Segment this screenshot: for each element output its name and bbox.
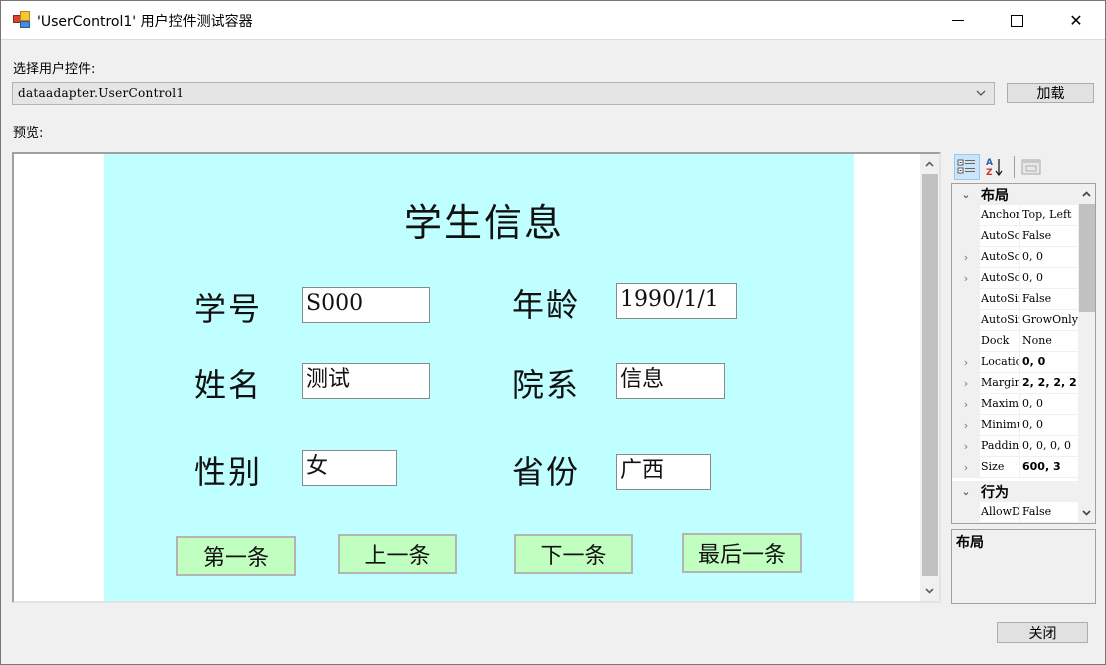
description-title: 布局 <box>956 535 984 551</box>
scroll-up-icon[interactable] <box>1080 188 1093 201</box>
categorized-button[interactable] <box>954 154 980 180</box>
field-label-age: 年龄 <box>512 286 581 324</box>
collapse-icon[interactable]: ⌄ <box>952 184 980 205</box>
expand-icon[interactable]: › <box>952 394 980 415</box>
age-input[interactable]: 1990/1/1 <box>616 283 737 319</box>
student-id-input[interactable]: S000 <box>302 287 430 323</box>
department-input[interactable]: 信息 <box>616 363 725 399</box>
preview-label: 预览: <box>13 126 44 141</box>
property-row[interactable]: AutoSizeFalse <box>952 289 1078 310</box>
property-row[interactable]: ›MaximumSize0, 0 <box>952 394 1078 415</box>
expand-icon[interactable]: › <box>952 436 980 457</box>
collapse-icon[interactable]: ⌄ <box>952 481 980 502</box>
close-window-button[interactable]: ✕ <box>1047 1 1105 40</box>
alphabetical-icon: A Z <box>986 158 1003 178</box>
expand-icon[interactable]: › <box>952 457 980 478</box>
previous-record-button[interactable]: 上一条 <box>338 534 457 574</box>
property-grid-scrollbar[interactable] <box>1078 184 1095 523</box>
close-button[interactable]: 关闭 <box>997 622 1088 643</box>
property-row[interactable]: AutoSizeModeGrowOnly <box>952 310 1078 331</box>
scrollbar-thumb[interactable] <box>1079 204 1095 312</box>
property-row[interactable]: AllowDropFalse <box>952 502 1078 523</box>
next-record-button[interactable]: 下一条 <box>514 534 633 574</box>
field-label-student-id: 学号 <box>194 290 263 328</box>
field-label-gender: 性别 <box>194 453 263 491</box>
toolbar-separator <box>1014 156 1015 178</box>
expand-icon[interactable]: › <box>952 415 980 436</box>
svg-text:Z: Z <box>986 168 993 178</box>
expand-icon[interactable]: › <box>952 268 980 289</box>
last-record-button[interactable]: 最后一条 <box>682 533 802 573</box>
expand-icon[interactable]: › <box>952 247 980 268</box>
first-record-button[interactable]: 第一条 <box>176 536 296 576</box>
property-row[interactable]: › Size 600, 3 <box>952 457 1078 478</box>
window-title: 'UserControl1' 用户控件测试容器 <box>37 14 253 30</box>
preview-panel: 学生信息 学号 S000 年龄 1990/1/1 姓名 测试 院系 信息 性别 … <box>12 152 941 603</box>
expand-icon[interactable]: › <box>952 352 980 373</box>
property-row[interactable]: › Margin 2, 2, 2, 2 <box>952 373 1078 394</box>
chevron-down-icon <box>976 90 986 96</box>
gender-input[interactable]: 女 <box>302 450 397 486</box>
alphabetical-button[interactable]: A Z <box>982 154 1008 180</box>
property-row[interactable]: AutoScrollFalse <box>952 226 1078 247</box>
category-behavior[interactable]: ⌄ 行为 <box>952 481 1078 502</box>
property-row[interactable]: ›Padding0, 0, 0, 0 <box>952 436 1078 457</box>
property-grid-toolbar: A Z <box>952 154 1097 180</box>
maximize-icon <box>1011 14 1023 27</box>
preview-vertical-scrollbar[interactable] <box>920 154 939 601</box>
category-layout[interactable]: ⌄ 布局 <box>952 184 1078 205</box>
scrollbar-thumb[interactable] <box>922 174 938 576</box>
property-row[interactable]: ›AutoScrollMargin0, 0 <box>952 247 1078 268</box>
maximize-button[interactable] <box>988 1 1046 40</box>
test-container-window: 'UserControl1' 用户控件测试容器 ✕ 选择用户控件: dataad… <box>0 0 1106 665</box>
property-grid: ⌄ 布局 AnchorTop, Left AutoScrollFalse ›Au… <box>951 183 1096 524</box>
field-label-name: 姓名 <box>194 366 263 404</box>
property-row[interactable]: Dock None <box>952 331 1078 352</box>
svg-text:A: A <box>986 158 993 168</box>
selected-control-value: dataadapter.UserControl1 <box>18 86 185 100</box>
property-description-panel: 布局 <box>951 529 1096 604</box>
name-input[interactable]: 测试 <box>302 363 430 399</box>
property-pages-icon <box>1021 159 1041 175</box>
categorized-icon <box>957 159 975 174</box>
field-label-province: 省份 <box>512 453 581 491</box>
scroll-down-icon[interactable] <box>1080 506 1093 519</box>
title-bar: 'UserControl1' 用户控件测试容器 ✕ <box>1 1 1105 40</box>
property-row[interactable]: ›Location0, 0 <box>952 352 1078 373</box>
minimize-button[interactable] <box>929 1 987 40</box>
property-row[interactable]: Anchor Top, Left <box>952 205 1078 226</box>
property-pages-button[interactable] <box>1018 154 1044 180</box>
select-control-label: 选择用户控件: <box>13 62 96 77</box>
scroll-down-icon[interactable] <box>923 584 936 597</box>
load-button[interactable]: 加载 <box>1007 83 1094 103</box>
property-row[interactable]: ›MinimumSize0, 0 <box>952 415 1078 436</box>
user-control-select[interactable]: dataadapter.UserControl1 <box>12 82 995 105</box>
minimize-icon <box>952 20 964 21</box>
expand-icon[interactable]: › <box>952 373 980 394</box>
province-input[interactable]: 广西 <box>616 454 711 490</box>
student-info-title: 学生信息 <box>404 201 565 245</box>
property-row[interactable]: ›AutoScrollMinSize0, 0 <box>952 268 1078 289</box>
app-form-icon <box>13 11 31 29</box>
user-control-preview: 学生信息 学号 S000 年龄 1990/1/1 姓名 测试 院系 信息 性别 … <box>104 154 854 601</box>
close-icon: ✕ <box>1069 11 1083 30</box>
scroll-up-icon[interactable] <box>923 158 936 171</box>
field-label-department: 院系 <box>512 366 581 404</box>
